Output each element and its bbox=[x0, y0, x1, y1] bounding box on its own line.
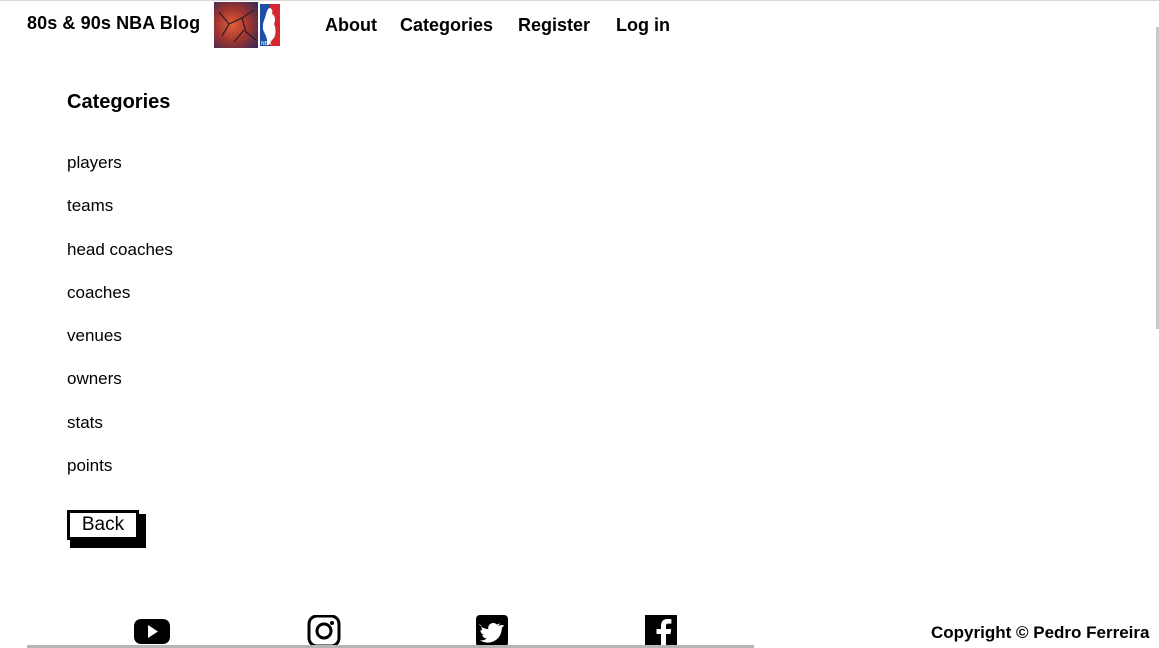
nba-logo-icon[interactable]: NBA bbox=[214, 2, 282, 48]
list-item: points bbox=[67, 455, 173, 498]
category-link-stats[interactable]: stats bbox=[67, 413, 103, 432]
category-link-players[interactable]: players bbox=[67, 153, 122, 172]
list-item: stats bbox=[67, 412, 173, 455]
category-link-coaches[interactable]: coaches bbox=[67, 283, 130, 302]
page: 80s & 90s NBA Blog NBA About Categories … bbox=[0, 0, 1159, 648]
list-item: head coaches bbox=[67, 239, 173, 282]
nav-categories[interactable]: Categories bbox=[400, 15, 493, 36]
category-link-teams[interactable]: teams bbox=[67, 196, 113, 215]
category-link-head-coaches[interactable]: head coaches bbox=[67, 240, 173, 259]
svg-text:NBA: NBA bbox=[261, 41, 272, 47]
instagram-icon[interactable] bbox=[306, 615, 342, 647]
category-link-points[interactable]: points bbox=[67, 456, 112, 475]
nav-about[interactable]: About bbox=[325, 15, 377, 36]
category-link-owners[interactable]: owners bbox=[67, 369, 122, 388]
list-item: owners bbox=[67, 368, 173, 411]
brand-link[interactable]: 80s & 90s NBA Blog bbox=[27, 13, 200, 34]
list-item: teams bbox=[67, 195, 173, 238]
facebook-icon[interactable] bbox=[643, 615, 679, 647]
category-list: players teams head coaches coaches venue… bbox=[67, 152, 173, 498]
list-item: coaches bbox=[67, 282, 173, 325]
nav-login[interactable]: Log in bbox=[616, 15, 670, 36]
category-link-venues[interactable]: venues bbox=[67, 326, 122, 345]
list-item: venues bbox=[67, 325, 173, 368]
twitter-icon[interactable] bbox=[474, 615, 510, 647]
page-title: Categories bbox=[67, 91, 171, 113]
back-button[interactable]: Back bbox=[67, 510, 139, 540]
copyright-text: Copyright © Pedro Ferreira bbox=[931, 623, 1150, 642]
list-item: players bbox=[67, 152, 173, 195]
nav-register[interactable]: Register bbox=[518, 15, 590, 36]
youtube-icon[interactable] bbox=[134, 615, 170, 647]
back-button-wrapper: Back bbox=[67, 510, 147, 548]
